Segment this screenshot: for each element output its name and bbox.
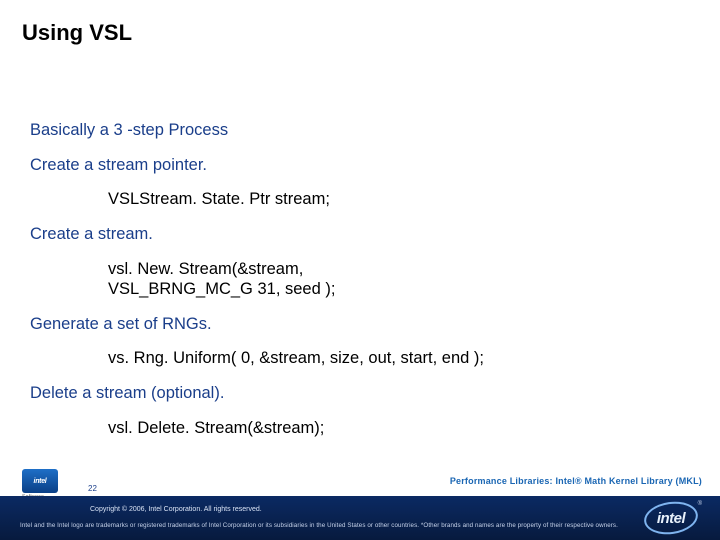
copyright-text: Copyright © 2006, Intel Corporation. All… [90,506,262,513]
step-4-text: Delete a stream (optional). [30,383,700,404]
step-1-text: Create a stream pointer. [30,155,700,176]
code-2: vsl. New. Stream(&stream, VSL_BRNG_MC_G … [108,259,700,300]
intel-logo: intel ® [642,499,700,537]
slide: Using VSL Basically a 3 -step Process Cr… [0,0,720,540]
slide-title: Using VSL [22,20,132,46]
code-1: VSLStream. State. Ptr stream; [108,189,700,210]
page-number: 22 [88,484,97,493]
slide-body: Basically a 3 -step Process Create a str… [30,120,700,452]
badge-text: intel [34,478,47,485]
code-2b: VSL_BRNG_MC_G 31, seed ); [108,280,335,298]
code-3: vs. Rng. Uniform( 0, &stream, size, out,… [108,348,700,369]
footer-bar: Copyright © 2006, Intel Corporation. All… [0,496,720,540]
step-2-text: Create a stream. [30,224,700,245]
intro-line: Basically a 3 -step Process [30,120,700,141]
code-2a: vsl. New. Stream(&stream, [108,260,303,278]
performance-label: Performance Libraries: Intel® Math Kerne… [450,476,702,486]
registered-icon: ® [698,501,702,507]
intel-logo-text: intel [657,510,685,527]
disclaimer-text: Intel and the Intel logo are trademarks … [20,522,618,529]
code-4: vsl. Delete. Stream(&stream); [108,418,700,439]
step-3-text: Generate a set of RNGs. [30,314,700,335]
intel-software-badge: intel [22,469,58,493]
